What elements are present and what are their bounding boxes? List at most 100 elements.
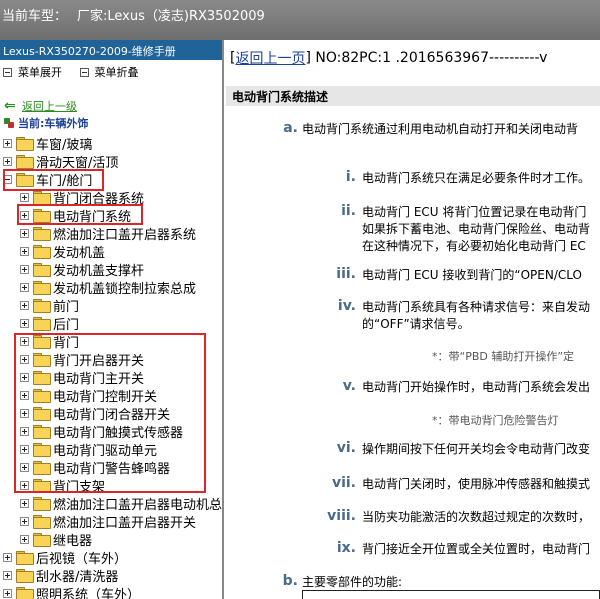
expand-plus-icon[interactable]	[20, 282, 29, 292]
paragraph-line: 如果拆下蓄电池、电动背门保险丝、电动背	[362, 222, 591, 236]
expand-plus-icon[interactable]	[20, 534, 29, 544]
expand-plus-icon[interactable]	[3, 552, 12, 562]
folder-icon	[33, 191, 51, 205]
sidebar-tree-item-label: 电动背门驱动单元	[53, 443, 158, 459]
sidebar-tree-item-label: 背门	[53, 335, 80, 351]
sidebar-tree-item-label: 后视镜（车外）	[36, 551, 128, 567]
paragraph: 电动背门关闭时，使用脉冲传感器和触摸式	[362, 477, 591, 491]
footnote: *：带“PBD 辅助打开操作”定	[432, 350, 575, 363]
back-link[interactable]: 返回上一页	[235, 48, 305, 68]
sidebar-tree-item[interactable]: 背门	[20, 332, 80, 351]
expand-plus-icon[interactable]	[20, 210, 29, 220]
folder-icon	[33, 335, 51, 349]
list-marker: vi.	[336, 440, 356, 456]
current-location: 当前:车辆外饰	[0, 116, 222, 130]
arrow-left-icon: ⇐	[4, 98, 16, 114]
expand-plus-icon[interactable]	[3, 156, 12, 166]
expand-plus-icon[interactable]	[20, 246, 29, 256]
sidebar-tree-item[interactable]: 车门/舱门	[3, 170, 93, 189]
folder-icon	[33, 209, 51, 223]
document-id: NO:82PC:1 .2016563967----------v	[315, 50, 548, 66]
expand-plus-icon[interactable]	[20, 192, 29, 202]
expand-plus-icon[interactable]	[20, 228, 29, 238]
list-marker: iv.	[337, 298, 356, 314]
collapse-icon	[79, 67, 89, 77]
sidebar-tree-item[interactable]: 照明系统（车外）	[3, 584, 140, 599]
expand-plus-icon[interactable]	[20, 462, 29, 472]
sidebar-tree-item-label: 照明系统（车外）	[36, 587, 141, 599]
sidebar-tree-item[interactable]: 燃油加注口盖开启器系统	[20, 224, 196, 243]
expand-plus-icon[interactable]	[20, 372, 29, 382]
sidebar-tree-item[interactable]: 背门开启器开关	[20, 350, 144, 369]
sidebar-tree-item[interactable]: 电动背门主开关	[20, 368, 145, 387]
sidebar-tree-item[interactable]: 背门支架	[20, 476, 106, 495]
sidebar-tree-item-label: 背门支架	[53, 479, 106, 495]
sidebar-tree-item[interactable]: 电动背门系统	[20, 206, 132, 225]
expand-menu-label: 菜单展开	[18, 66, 62, 79]
footnote: *：带电动背门危险警告灯	[432, 414, 559, 427]
expand-plus-icon[interactable]	[20, 300, 29, 310]
sidebar-tree-item[interactable]: 滑动天窗/活顶	[3, 152, 118, 171]
expand-plus-icon[interactable]	[20, 318, 29, 328]
expand-plus-icon[interactable]	[20, 498, 29, 508]
sidebar-tree-item[interactable]: 发动机盖	[20, 242, 106, 261]
paragraph-line: 电动背门 ECU 将背门位置记录在电动背门	[362, 205, 587, 219]
sidebar-tree-item[interactable]: 发动机盖支撑杆	[20, 260, 144, 279]
expand-plus-icon[interactable]	[20, 408, 29, 418]
sidebar-tree-item[interactable]: 发动机盖锁控制拉索总成	[20, 278, 196, 297]
sidebar: Lexus-RX350270-2009-维修手册 菜单展开 菜单折叠 ⇐ 返回上…	[0, 40, 224, 599]
sidebar-tree-item[interactable]: 后门	[20, 314, 79, 333]
section-title: 电动背门系统描述	[226, 86, 600, 106]
sidebar-tree-item[interactable]: 前门	[20, 296, 79, 315]
expand-plus-icon[interactable]	[20, 516, 29, 526]
sidebar-tree-item[interactable]: 燃油加注口盖开启器电动机总	[20, 494, 222, 513]
paragraph: 背门接近全开位置或全关位置时，电动背门	[362, 542, 591, 556]
sidebar-tree-item-label: 发动机盖	[53, 245, 106, 261]
expand-plus-icon[interactable]	[20, 264, 29, 274]
sidebar-tree-item[interactable]: 电动背门控制开关	[20, 386, 157, 405]
sidebar-tree-item[interactable]: 刮水器/清洗器	[3, 566, 118, 585]
list-marker: viii.	[327, 508, 356, 524]
sidebar-tree-item[interactable]: 电动背门警告蜂鸣器	[20, 458, 170, 477]
sidebar-tree-item-label: 燃油加注口盖开启器开关	[53, 515, 197, 531]
sidebar-tree-item-label: 车门/舱门	[36, 173, 93, 189]
collapse-menu-button[interactable]: 菜单折叠	[79, 64, 139, 80]
paragraph-line: 电动背门系统具有各种请求信号：来自发动	[362, 300, 591, 314]
list-marker: ii.	[341, 203, 356, 219]
expand-plus-icon[interactable]	[3, 138, 12, 148]
expand-plus-icon[interactable]	[20, 426, 29, 436]
collapse-menu-label: 菜单折叠	[94, 66, 139, 79]
expand-menu-button[interactable]: 菜单展开	[3, 64, 62, 80]
sidebar-tree-item-label: 继电器	[53, 533, 93, 549]
sidebar-tree-item[interactable]: 燃油加注口盖开启器开关	[20, 512, 197, 531]
sidebar-tree-item[interactable]: 车窗/玻璃	[3, 134, 92, 153]
collapse-minus-icon[interactable]	[3, 174, 12, 184]
expand-plus-icon[interactable]	[20, 444, 29, 454]
sidebar-tree-item[interactable]: 电动背门驱动单元	[20, 440, 158, 459]
folder-icon	[33, 299, 51, 313]
current-location-icon	[4, 118, 14, 128]
expand-plus-icon[interactable]	[20, 336, 29, 346]
paragraph: 电动背门 ECU 接收到背门的“OPEN/CLO	[362, 268, 582, 282]
sidebar-tree-item[interactable]: 电动背门触摸式传感器	[20, 422, 183, 441]
folder-icon	[33, 353, 51, 367]
expand-plus-icon[interactable]	[20, 390, 29, 400]
folder-icon	[16, 569, 34, 583]
folder-icon	[33, 263, 51, 277]
sidebar-tree-item[interactable]: 继电器	[20, 530, 93, 549]
sidebar-tree-item[interactable]: 背门闭合器系统	[20, 188, 144, 207]
folder-icon	[33, 407, 51, 421]
sidebar-tree-item-label: 电动背门主开关	[53, 371, 145, 387]
folder-icon	[33, 443, 51, 457]
back-up-level-link[interactable]: ⇐ 返回上一级	[0, 96, 222, 116]
paragraph: 操作期间按下任何开关均会令电动背门改变	[362, 442, 591, 456]
expand-plus-icon[interactable]	[20, 354, 29, 364]
list-marker: b.	[282, 573, 298, 589]
sidebar-tree-item[interactable]: 电动背门闭合器开关	[20, 404, 170, 423]
folder-icon	[33, 497, 51, 511]
expand-plus-icon[interactable]	[3, 588, 12, 598]
sidebar-tree-item-label: 电动背门系统	[53, 209, 132, 225]
expand-plus-icon[interactable]	[20, 480, 29, 490]
sidebar-tree-item[interactable]: 后视镜（车外）	[3, 548, 128, 567]
expand-plus-icon[interactable]	[3, 570, 12, 580]
